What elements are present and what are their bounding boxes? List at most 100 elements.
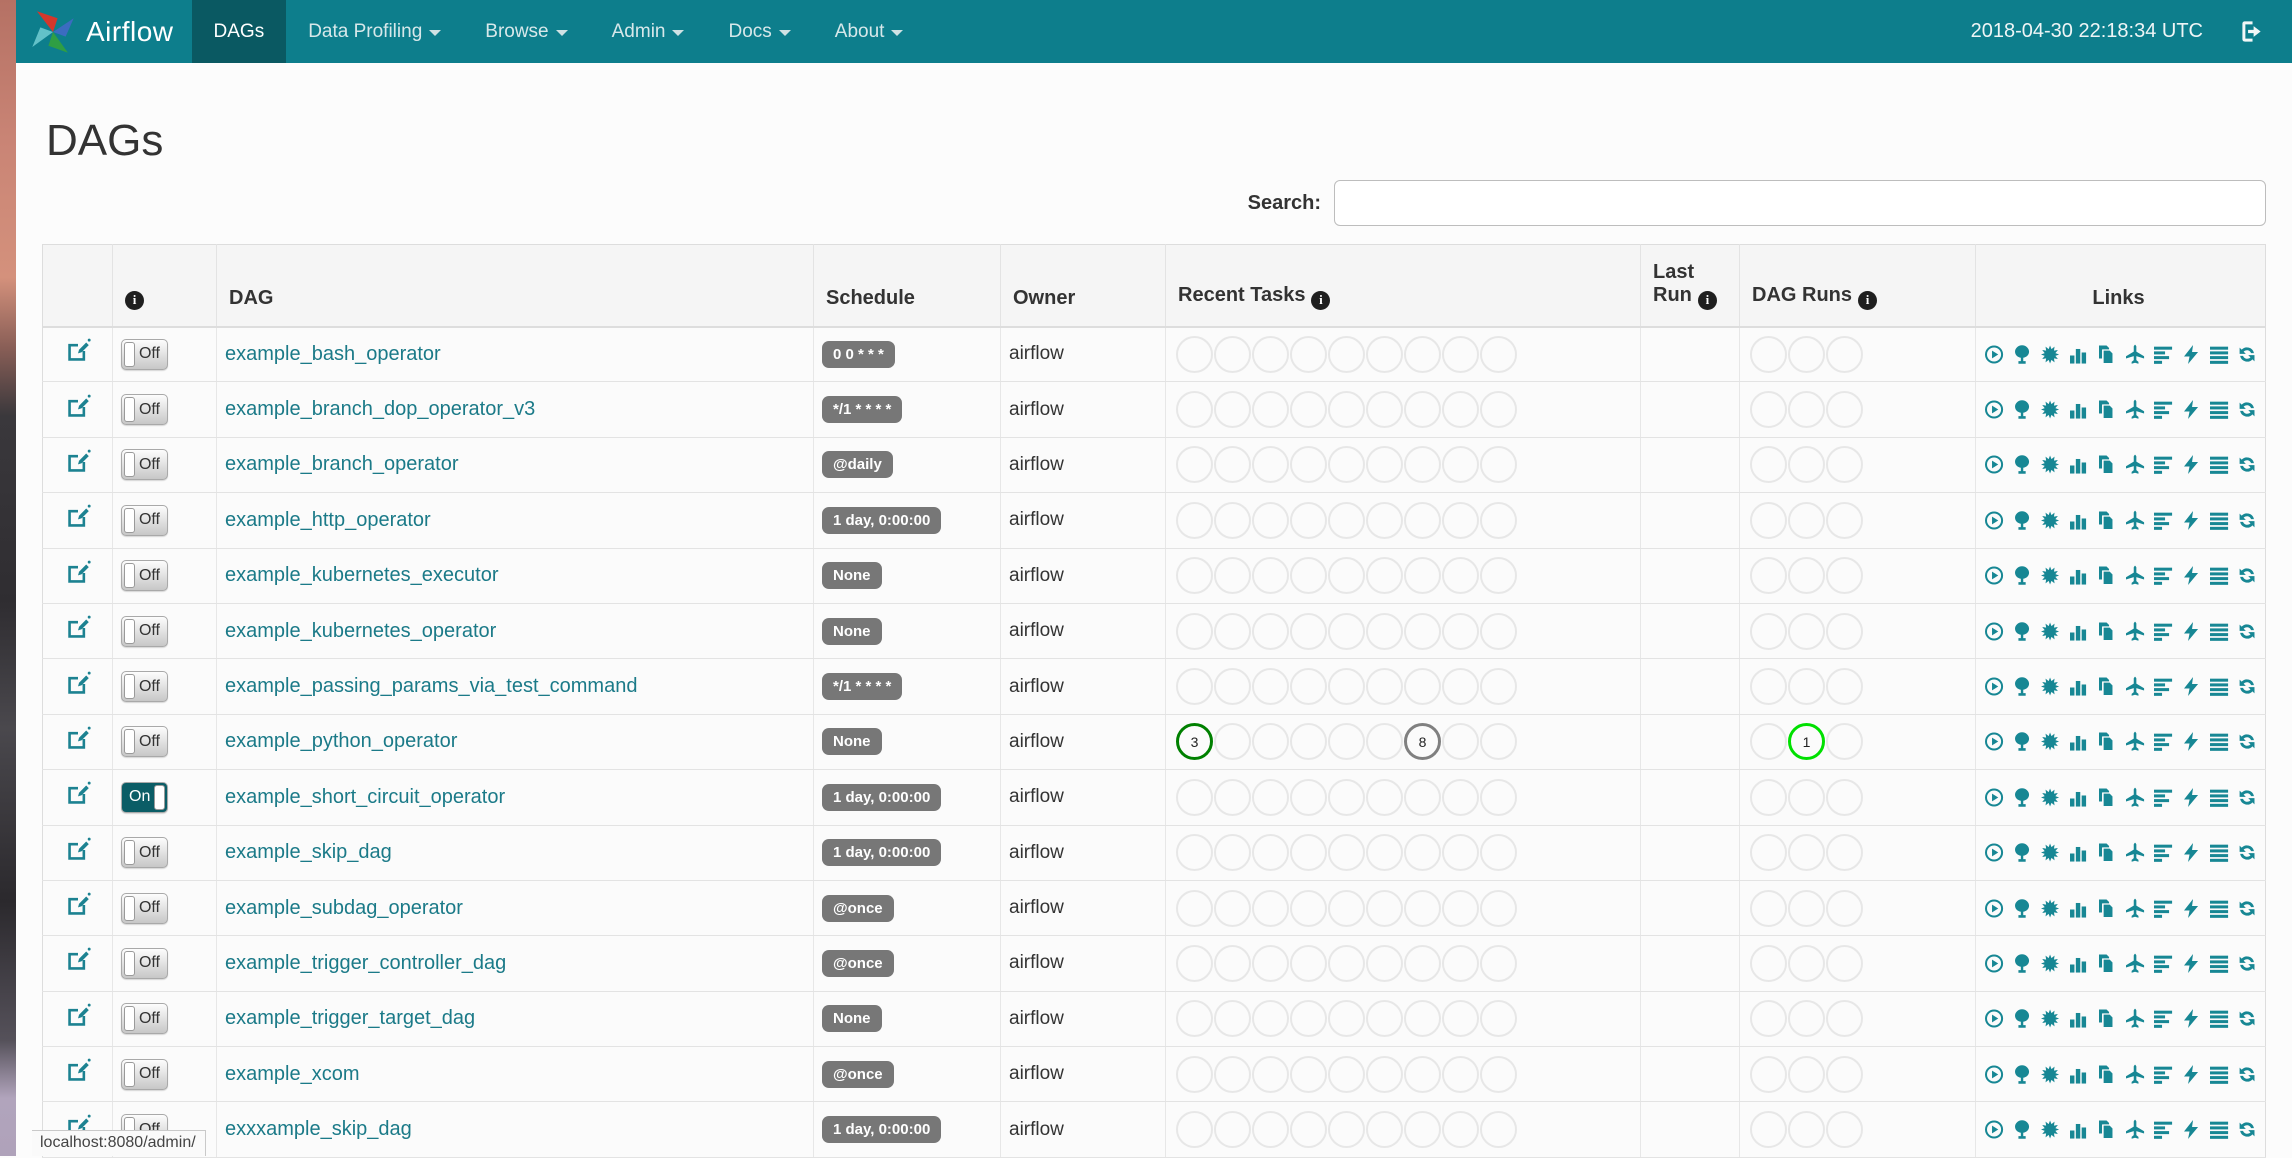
gantt-icon[interactable] bbox=[2153, 1063, 2173, 1086]
recent-task-circle[interactable] bbox=[1328, 501, 1365, 539]
recent-task-circle[interactable] bbox=[1442, 778, 1479, 816]
refresh-icon[interactable] bbox=[2237, 952, 2257, 975]
gantt-icon[interactable] bbox=[2153, 509, 2173, 532]
task-duration-icon[interactable] bbox=[2068, 897, 2088, 920]
recent-task-circle[interactable] bbox=[1328, 612, 1365, 650]
graph-view-icon[interactable] bbox=[2040, 1007, 2060, 1030]
recent-task-circle[interactable] bbox=[1404, 668, 1441, 706]
edit-dag-icon[interactable] bbox=[65, 338, 91, 364]
recent-task-circle[interactable] bbox=[1404, 834, 1441, 872]
dag-run-circle[interactable] bbox=[1750, 834, 1787, 872]
recent-task-circle[interactable] bbox=[1176, 1055, 1213, 1093]
task-tries-icon[interactable] bbox=[2096, 1118, 2116, 1141]
recent-task-circle[interactable] bbox=[1366, 391, 1403, 429]
pause-toggle[interactable]: Off bbox=[121, 615, 168, 647]
recent-task-circle[interactable] bbox=[1328, 944, 1365, 982]
dag-run-circle[interactable] bbox=[1826, 889, 1863, 927]
recent-task-circle[interactable] bbox=[1442, 834, 1479, 872]
recent-task-circle[interactable] bbox=[1328, 668, 1365, 706]
pause-toggle[interactable]: Off bbox=[121, 394, 168, 426]
trigger-dag-icon[interactable] bbox=[1984, 398, 2004, 421]
recent-task-circle[interactable] bbox=[1442, 668, 1479, 706]
recent-task-circle[interactable] bbox=[1214, 944, 1251, 982]
code-view-icon[interactable] bbox=[2181, 564, 2201, 587]
trigger-dag-icon[interactable] bbox=[1984, 1118, 2004, 1141]
tree-view-icon[interactable] bbox=[2012, 398, 2032, 421]
dag-run-circle[interactable] bbox=[1788, 1000, 1825, 1038]
code-view-icon[interactable] bbox=[2181, 1063, 2201, 1086]
dag-link[interactable]: example_http_operator bbox=[225, 509, 431, 531]
recent-task-circle[interactable] bbox=[1176, 944, 1213, 982]
logs-icon[interactable] bbox=[2209, 564, 2229, 587]
tree-view-icon[interactable] bbox=[2012, 509, 2032, 532]
recent-task-circle[interactable] bbox=[1480, 944, 1517, 982]
recent-task-circle[interactable] bbox=[1404, 335, 1441, 373]
gantt-icon[interactable] bbox=[2153, 620, 2173, 643]
gantt-icon[interactable] bbox=[2153, 398, 2173, 421]
dag-run-circle[interactable] bbox=[1788, 778, 1825, 816]
tree-view-icon[interactable] bbox=[2012, 730, 2032, 753]
nav-item-admin[interactable]: Admin bbox=[590, 0, 707, 63]
recent-task-circle[interactable] bbox=[1214, 723, 1251, 761]
dag-link[interactable]: exxxample_skip_dag bbox=[225, 1118, 412, 1140]
code-view-icon[interactable] bbox=[2181, 620, 2201, 643]
recent-task-circle[interactable]: 8 bbox=[1404, 723, 1441, 761]
recent-task-circle[interactable] bbox=[1442, 944, 1479, 982]
recent-task-circle[interactable] bbox=[1290, 723, 1327, 761]
dag-run-circle[interactable] bbox=[1750, 501, 1787, 539]
recent-task-circle[interactable] bbox=[1176, 391, 1213, 429]
logs-icon[interactable] bbox=[2209, 453, 2229, 476]
recent-task-circle[interactable] bbox=[1480, 446, 1517, 484]
recent-task-circle[interactable] bbox=[1252, 1111, 1289, 1149]
task-duration-icon[interactable] bbox=[2068, 1063, 2088, 1086]
recent-task-circle[interactable] bbox=[1404, 612, 1441, 650]
task-tries-icon[interactable] bbox=[2096, 952, 2116, 975]
tree-view-icon[interactable] bbox=[2012, 841, 2032, 864]
task-duration-icon[interactable] bbox=[2068, 343, 2088, 366]
logs-icon[interactable] bbox=[2209, 398, 2229, 421]
task-duration-icon[interactable] bbox=[2068, 952, 2088, 975]
pause-toggle[interactable]: Off bbox=[121, 560, 168, 592]
recent-task-circle[interactable] bbox=[1214, 612, 1251, 650]
trigger-dag-icon[interactable] bbox=[1984, 730, 2004, 753]
trigger-dag-icon[interactable] bbox=[1984, 453, 2004, 476]
recent-task-circle[interactable] bbox=[1480, 391, 1517, 429]
task-tries-icon[interactable] bbox=[2096, 675, 2116, 698]
dag-run-circle[interactable] bbox=[1826, 723, 1863, 761]
edit-dag-icon[interactable] bbox=[65, 504, 91, 530]
dag-run-circle[interactable] bbox=[1826, 612, 1863, 650]
refresh-icon[interactable] bbox=[2237, 620, 2257, 643]
landing-times-icon[interactable] bbox=[2125, 1063, 2145, 1086]
recent-task-circle[interactable] bbox=[1442, 1055, 1479, 1093]
recent-task-circle[interactable] bbox=[1442, 612, 1479, 650]
trigger-dag-icon[interactable] bbox=[1984, 897, 2004, 920]
logs-icon[interactable] bbox=[2209, 343, 2229, 366]
recent-task-circle[interactable] bbox=[1328, 557, 1365, 595]
graph-view-icon[interactable] bbox=[2040, 730, 2060, 753]
task-tries-icon[interactable] bbox=[2096, 897, 2116, 920]
recent-task-circle[interactable] bbox=[1176, 1111, 1213, 1149]
recent-task-circle[interactable] bbox=[1480, 889, 1517, 927]
dag-run-circle[interactable] bbox=[1788, 1055, 1825, 1093]
tree-view-icon[interactable] bbox=[2012, 1007, 2032, 1030]
dag-link[interactable]: example_skip_dag bbox=[225, 841, 392, 863]
dag-run-circle[interactable] bbox=[1826, 335, 1863, 373]
landing-times-icon[interactable] bbox=[2125, 620, 2145, 643]
recent-task-circle[interactable] bbox=[1290, 889, 1327, 927]
recent-task-circle[interactable] bbox=[1480, 834, 1517, 872]
recent-task-circle[interactable] bbox=[1480, 612, 1517, 650]
landing-times-icon[interactable] bbox=[2125, 509, 2145, 532]
task-duration-icon[interactable] bbox=[2068, 620, 2088, 643]
pause-toggle[interactable]: Off bbox=[121, 837, 168, 869]
gantt-icon[interactable] bbox=[2153, 786, 2173, 809]
recent-task-circle[interactable] bbox=[1176, 889, 1213, 927]
tree-view-icon[interactable] bbox=[2012, 675, 2032, 698]
recent-task-circle[interactable] bbox=[1214, 668, 1251, 706]
dag-link[interactable]: example_trigger_controller_dag bbox=[225, 952, 506, 974]
pause-toggle[interactable]: Off bbox=[121, 671, 168, 703]
recent-task-circle[interactable] bbox=[1214, 834, 1251, 872]
landing-times-icon[interactable] bbox=[2125, 343, 2145, 366]
header-schedule[interactable]: Schedule bbox=[813, 244, 1001, 328]
logs-icon[interactable] bbox=[2209, 620, 2229, 643]
landing-times-icon[interactable] bbox=[2125, 1118, 2145, 1141]
